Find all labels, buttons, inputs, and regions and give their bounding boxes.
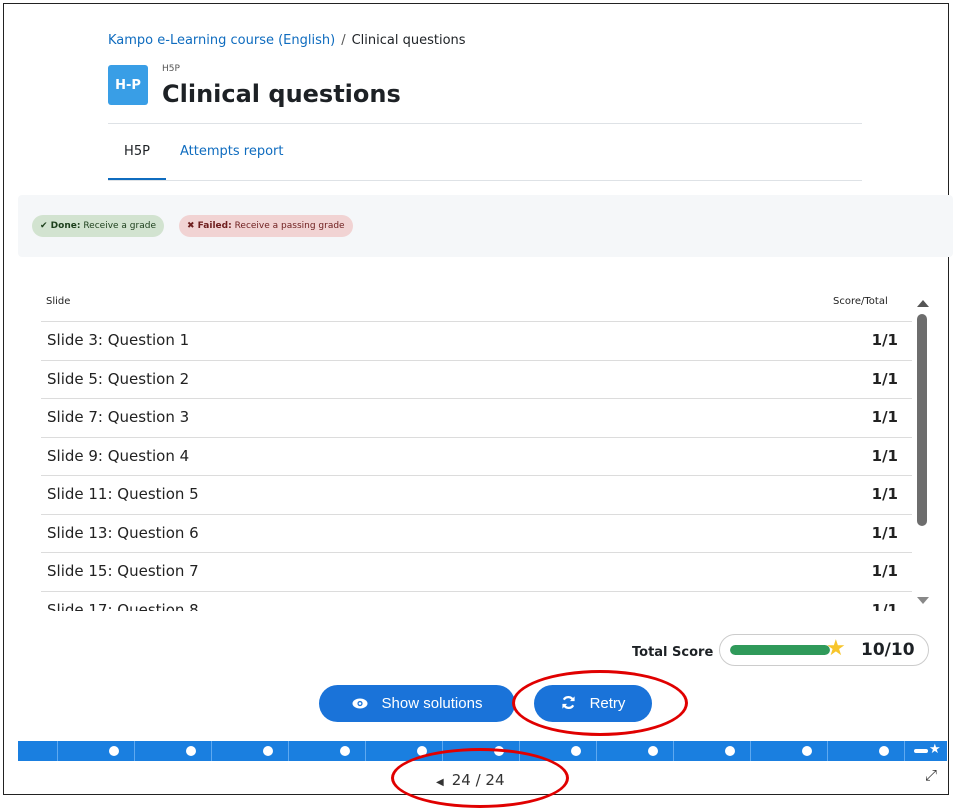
progress-slide-dot[interactable]: [263, 746, 273, 756]
progress-divider: [365, 741, 366, 761]
row-slide: Slide 9: Question 4: [47, 446, 190, 465]
row-slide: Slide 7: Question 3: [47, 408, 190, 426]
progress-slide-dot[interactable]: [340, 746, 350, 756]
progress-divider: [519, 741, 520, 761]
table-row: Slide 13: Question 6 1/1: [41, 513, 912, 553]
row-slide: Slide 5: Question 2: [47, 369, 190, 388]
row-score: 1/1: [871, 446, 898, 465]
table-row: Slide 9: Question 4 1/1: [41, 436, 912, 476]
row-slide: Slide 15: Question 7: [47, 562, 199, 580]
total-score-value: 10/10: [861, 640, 915, 660]
h5p-logo-icon: H-P: [108, 65, 148, 105]
progress-slide-dot[interactable]: [494, 746, 504, 756]
breadcrumb-current: Clinical questions: [351, 33, 466, 48]
row-score: 1/1: [871, 331, 898, 349]
scroll-up-arrow[interactable]: [917, 300, 929, 307]
progress-divider: [904, 741, 905, 761]
progress-divider: [673, 741, 674, 761]
total-score-label: Total Score: [632, 645, 714, 660]
tab-attempts-report[interactable]: Attempts report: [180, 140, 283, 180]
breadcrumb: Kampo e-Learning course (English) / Clinic…: [108, 33, 466, 48]
progress-divider: [288, 741, 289, 761]
prev-slide-icon[interactable]: ◀: [436, 777, 444, 788]
progress-divider: [827, 741, 828, 761]
progress-slide-dot[interactable]: [186, 746, 196, 756]
eye-icon: [352, 696, 368, 712]
done-badge-text: Receive a grade: [83, 221, 156, 231]
tab-h5p[interactable]: H5P: [108, 140, 166, 180]
failed-badge-prefix: ✖ Failed:: [187, 221, 232, 231]
breadcrumb-course-link[interactable]: Kampo e-Learning course (English): [108, 33, 335, 48]
show-solutions-label: Show solutions: [381, 695, 483, 712]
row-score: 1/1: [871, 523, 898, 542]
progress-slide-dot[interactable]: [802, 746, 812, 756]
table-row: Slide 3: Question 1 1/1: [41, 321, 912, 360]
scrollbar-thumb[interactable]: [917, 314, 927, 526]
progress-end-marker: [914, 749, 928, 753]
progress-divider: [211, 741, 212, 761]
pager-current: 24: [451, 771, 471, 789]
pager-total: 24: [485, 771, 505, 789]
failed-badge-text: Receive a passing grade: [234, 221, 345, 231]
progress-divider: [134, 741, 135, 761]
retry-button[interactable]: Retry: [534, 685, 652, 722]
progress-divider: [750, 741, 751, 761]
progress-divider: [442, 741, 443, 761]
breadcrumb-separator: /: [341, 33, 346, 48]
slide-progress-bar: ★: [18, 741, 947, 761]
retry-label: Retry: [589, 695, 626, 712]
done-badge-prefix: ✔ Done:: [40, 221, 81, 231]
header-divider: [108, 123, 862, 124]
progress-slide-dot[interactable]: [725, 746, 735, 756]
table-row: Slide 17: Question 8 1/1: [41, 590, 912, 612]
completion-info: ✔ Done: Receive a grade ✖ Failed: Receiv…: [18, 195, 953, 257]
progress-slide-dot[interactable]: [648, 746, 658, 756]
failed-badge: ✖ Failed: Receive a passing grade: [179, 215, 353, 237]
progress-slide-dot[interactable]: [109, 746, 119, 756]
row-slide: Slide 17: Question 8: [47, 600, 199, 612]
page-title: Clinical questions: [162, 80, 401, 108]
progress-slide-dot[interactable]: [571, 746, 581, 756]
row-slide: Slide 11: Question 5: [47, 485, 199, 503]
activity-type-label: H5P: [162, 64, 180, 74]
table-row: Slide 11: Question 5 1/1: [41, 475, 912, 514]
score-bar: [730, 645, 830, 655]
row-score: 1/1: [871, 562, 898, 580]
slide-pager: ◀ 24 / 24: [436, 771, 505, 789]
refresh-icon: [561, 695, 576, 713]
done-badge: ✔ Done: Receive a grade: [32, 215, 164, 237]
results-table: Slide 3: Question 1 1/1 Slide 5: Question…: [41, 321, 912, 611]
show-solutions-button[interactable]: Show solutions: [319, 685, 515, 722]
table-row: Slide 15: Question 7 1/1: [41, 552, 912, 591]
row-score: 1/1: [871, 408, 898, 426]
tab-bar: H5P Attempts report: [108, 140, 862, 181]
scroll-down-arrow[interactable]: [917, 597, 929, 604]
column-header-slide: Slide: [46, 296, 71, 307]
pager-separator: /: [475, 771, 481, 789]
score-bar-fill: [730, 645, 830, 655]
row-score: 1/1: [871, 485, 898, 503]
expand-icon[interactable]: ⤢: [925, 766, 937, 784]
progress-slide-dot[interactable]: [879, 746, 889, 756]
row-score: 1/1: [871, 369, 898, 388]
total-score-meter: ★ 10/10: [719, 634, 929, 666]
row-slide: Slide 13: Question 6: [47, 523, 199, 542]
table-row: Slide 7: Question 3 1/1: [41, 398, 912, 437]
row-score: 1/1: [871, 600, 898, 612]
progress-divider: [57, 741, 58, 761]
column-header-score: Score/Total: [833, 296, 888, 307]
progress-star-icon: ★: [929, 742, 941, 757]
progress-divider: [596, 741, 597, 761]
row-slide: Slide 3: Question 1: [47, 331, 190, 349]
table-row: Slide 5: Question 2 1/1: [41, 359, 912, 399]
star-icon: ★: [826, 636, 846, 661]
progress-slide-dot[interactable]: [417, 746, 427, 756]
